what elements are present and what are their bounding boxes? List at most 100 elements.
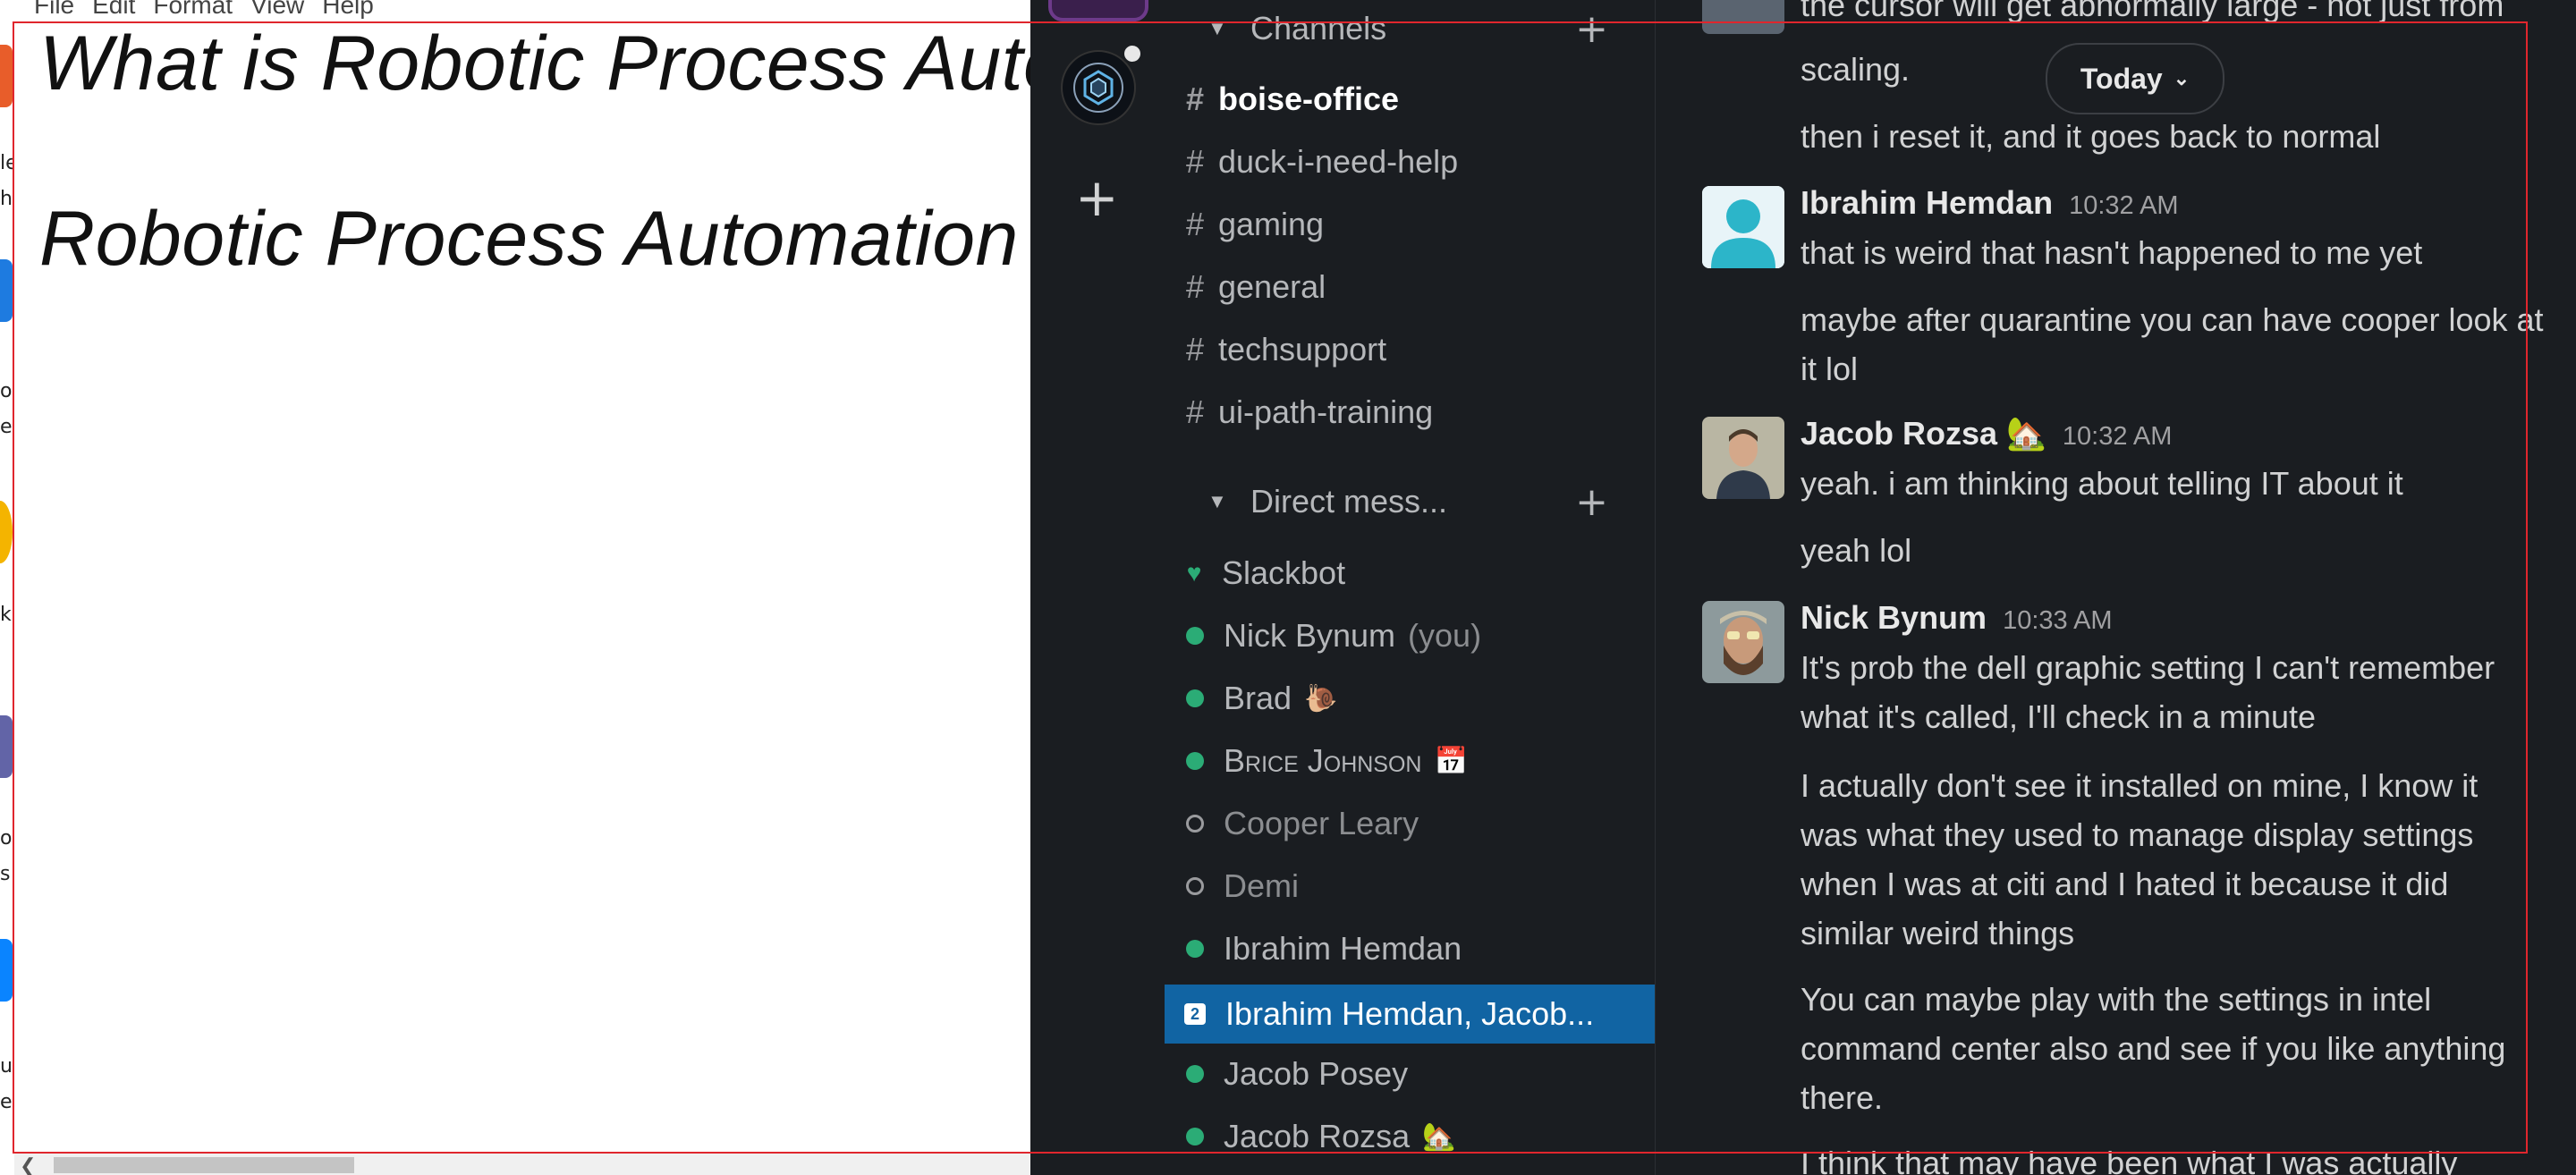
- sidebar-channel-techsupport[interactable]: # techsupport: [1165, 322, 1655, 377]
- message-author[interactable]: Ibrahim Hemdan 10:32 AM: [1801, 184, 2179, 222]
- desktop-app-icon[interactable]: [0, 715, 13, 778]
- dm-label: Ibrahim Hemdan: [1224, 930, 1462, 967]
- desktop-app-icon[interactable]: [0, 939, 13, 1002]
- sidebar-channel-boise-office[interactable]: # boise-office: [1165, 72, 1655, 127]
- message-text: You can maybe play with the settings in …: [1801, 981, 2432, 1018]
- sidebar-dm-cooper-leary[interactable]: Cooper Leary: [1165, 796, 1655, 851]
- desktop-icon-label: u: [0, 1055, 13, 1078]
- author-name[interactable]: Jacob Rozsa 🏡: [1801, 415, 2046, 452]
- date-divider-button[interactable]: Today ⌄: [2046, 43, 2224, 114]
- dm-label: Jacob Rozsa: [1224, 1118, 1411, 1154]
- sidebar-dm-jacob-rozsa[interactable]: Jacob Rozsa 🏡: [1165, 1109, 1655, 1164]
- message-text: when I was at citi and I hated it becaus…: [1801, 866, 2449, 902]
- dm-header-label: Direct mess...: [1250, 483, 1448, 520]
- heart-icon: ♥: [1186, 559, 1202, 587]
- hash-icon: #: [1185, 268, 1205, 305]
- sidebar-dm-ibrahim-hemdan[interactable]: Ibrahim Hemdan: [1165, 921, 1655, 976]
- sidebar-dm-demi[interactable]: Demi: [1165, 858, 1655, 914]
- sidebar-dm-nick-bynum[interactable]: Nick Bynum (you): [1165, 608, 1655, 664]
- member-count-badge: 2: [1184, 1003, 1206, 1025]
- channel-label: general: [1218, 268, 1326, 305]
- channels-header-label: Channels: [1250, 10, 1387, 46]
- menu-help[interactable]: Help: [320, 0, 376, 19]
- desktop-icon-label: e: [0, 416, 13, 438]
- presence-away-icon: [1186, 815, 1204, 833]
- message-author[interactable]: Nick Bynum 10:33 AM: [1801, 599, 2113, 637]
- channel-label: ui-path-training: [1218, 393, 1434, 430]
- sidebar-channel-duck-i-need-help[interactable]: # duck-i-need-help: [1165, 134, 1655, 190]
- message-text: command center also and see if you like …: [1801, 1030, 2506, 1067]
- add-channel-icon[interactable]: +: [1575, 6, 1608, 52]
- sidebar-dm-brice-johnson[interactable]: Brice Johnson 📅: [1165, 733, 1655, 789]
- avatar[interactable]: [1702, 417, 1784, 499]
- message-text: it lol: [1801, 351, 1859, 387]
- message-text: what it's called, I'll check in a minute: [1801, 698, 2316, 735]
- sidebar-dm-brad[interactable]: Brad 🐌: [1165, 671, 1655, 726]
- avatar[interactable]: [1702, 601, 1784, 683]
- scroll-left-icon[interactable]: ❮: [20, 1154, 36, 1175]
- hash-icon: #: [1185, 206, 1205, 242]
- caret-down-icon[interactable]: ▼: [1208, 17, 1227, 40]
- nick-avatar-photo: [1702, 601, 1784, 683]
- menu-file[interactable]: File: [32, 0, 76, 19]
- menu-format[interactable]: Format: [151, 0, 234, 19]
- sidebar-dm-jacob-posey[interactable]: Jacob Posey: [1165, 1046, 1655, 1102]
- avatar[interactable]: [1702, 0, 1784, 34]
- hash-icon: #: [1185, 393, 1205, 430]
- message-timestamp[interactable]: 10:33 AM: [2003, 606, 2113, 635]
- desktop-icon-strip: le he o e k o s u e: [0, 0, 14, 1175]
- document-line[interactable]: Robotic Process Automation (RPA): [39, 195, 1030, 283]
- desktop-app-icon[interactable]: [0, 259, 13, 322]
- add-workspace-icon[interactable]: +: [1075, 172, 1119, 224]
- sidebar-channel-general[interactable]: # general: [1165, 259, 1655, 315]
- direct-messages-section-header[interactable]: ▼ Direct mess... +: [1165, 473, 1655, 530]
- message-author[interactable]: Jacob Rozsa 🏡 10:32 AM: [1801, 415, 2172, 452]
- dm-label: Slackbot: [1222, 554, 1346, 591]
- sidebar-channel-gaming[interactable]: # gaming: [1165, 197, 1655, 252]
- snail-status-icon: 🐌: [1304, 683, 1338, 714]
- message-text: yeah. i am thinking about telling IT abo…: [1801, 465, 2403, 502]
- chevron-down-icon: ⌄: [2173, 67, 2190, 89]
- message-text: the cursor will get abnormally large - n…: [1801, 0, 2504, 23]
- desktop-icon-label: o: [0, 827, 13, 850]
- author-name[interactable]: Ibrahim Hemdan: [1801, 184, 2053, 221]
- channel-label: duck-i-need-help: [1218, 143, 1459, 180]
- presence-active-icon: [1186, 1065, 1204, 1083]
- dm-label: Brad: [1224, 680, 1292, 716]
- sidebar-channel-ui-path-training[interactable]: # ui-path-training: [1165, 385, 1655, 440]
- workspace-tile[interactable]: [1048, 0, 1148, 21]
- desktop-icon-label: he: [0, 188, 14, 210]
- menu-edit[interactable]: Edit: [90, 0, 137, 19]
- message-text: scaling.: [1801, 51, 1911, 88]
- message-text: there.: [1801, 1079, 1884, 1116]
- message-timestamp[interactable]: 10:32 AM: [2069, 191, 2179, 220]
- desktop-app-icon[interactable]: [0, 501, 13, 563]
- sidebar-dm-group-ibrahim-jacob[interactable]: 2 Ibrahim Hemdan, Jacob...: [1165, 985, 1655, 1044]
- sidebar-dm-slackbot[interactable]: ♥ Slackbot: [1165, 545, 1655, 601]
- horizontal-scrollbar[interactable]: ❮: [14, 1154, 1030, 1175]
- codeworx-logo-icon: [1073, 63, 1123, 113]
- hash-icon: #: [1185, 331, 1205, 368]
- desktop-icon-label: o: [0, 380, 13, 402]
- channels-section-header[interactable]: ▼ Channels +: [1165, 0, 1655, 57]
- menu-view[interactable]: View: [249, 0, 306, 19]
- avatar[interactable]: [1702, 186, 1784, 268]
- channel-sidebar: ▼ Channels + # boise-office # duck-i-nee…: [1165, 0, 1655, 1175]
- message-text: I actually don't see it installed on min…: [1801, 767, 2479, 804]
- caret-down-icon[interactable]: ▼: [1208, 490, 1227, 513]
- add-dm-icon[interactable]: +: [1575, 479, 1608, 525]
- desktop-app-icon[interactable]: [0, 45, 13, 107]
- document-line[interactable]: What is Robotic Process Automation?: [39, 20, 1030, 108]
- author-name[interactable]: Nick Bynum: [1801, 599, 1987, 636]
- dm-label: Jacob Posey: [1224, 1055, 1409, 1092]
- message-text: yeah lol: [1801, 532, 1912, 569]
- workspace-rail: +: [1030, 0, 1165, 1175]
- channel-label: boise-office: [1218, 80, 1400, 117]
- channel-label: techsupport: [1218, 331, 1387, 368]
- presence-away-icon: [1186, 877, 1204, 895]
- scrollbar-thumb[interactable]: [54, 1157, 354, 1173]
- message-timestamp[interactable]: 10:32 AM: [2063, 422, 2173, 451]
- message-text: maybe after quarantine you can have coop…: [1801, 301, 2544, 338]
- presence-active-icon: [1186, 689, 1204, 707]
- desktop-icon-label: le: [0, 152, 14, 174]
